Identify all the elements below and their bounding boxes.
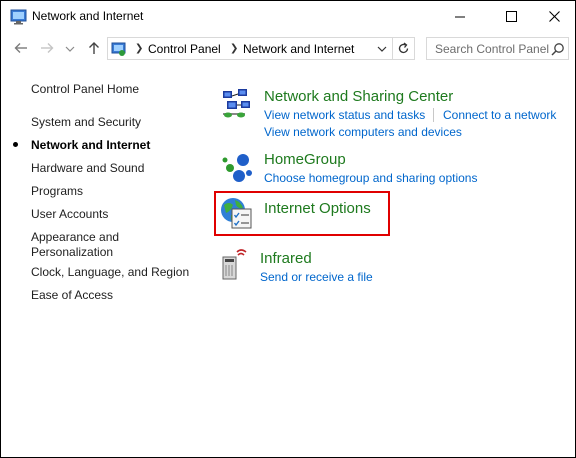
breadcrumb-separator-icon[interactable]: ❯	[135, 43, 143, 54]
refresh-icon	[398, 42, 409, 54]
minimize-icon	[454, 16, 465, 18]
nav-system-and-security[interactable]: System and Security	[31, 115, 141, 130]
link-separator	[433, 108, 434, 122]
infrared-icon[interactable]	[219, 247, 253, 281]
category-infrared[interactable]: Infrared	[260, 250, 312, 267]
search-box[interactable]: Search Control Panel	[426, 37, 569, 60]
minimize-button[interactable]	[437, 1, 483, 32]
search-icon[interactable]	[551, 42, 565, 56]
category-homegroup[interactable]: HomeGroup	[264, 151, 346, 168]
link-view-network-status[interactable]: View network status and tasks	[264, 108, 425, 122]
close-button[interactable]	[531, 1, 576, 32]
address-bar[interactable]: ❯ Control Panel ❯ Network and Internet	[107, 37, 393, 60]
close-icon	[548, 11, 560, 22]
nav-programs[interactable]: Programs	[31, 184, 83, 199]
internet-options-highlight-box	[214, 191, 390, 236]
breadcrumb-network-and-internet[interactable]: Network and Internet	[243, 42, 354, 56]
control-panel-icon	[111, 42, 126, 56]
breadcrumb-control-panel[interactable]: Control Panel	[148, 42, 221, 56]
network-sharing-icon[interactable]	[219, 88, 253, 122]
maximize-button[interactable]	[488, 1, 534, 32]
link-view-network-computers[interactable]: View network computers and devices	[264, 125, 462, 139]
title-bar[interactable]: Network and Internet	[1, 1, 575, 32]
category-network-and-sharing-center[interactable]: Network and Sharing Center	[264, 88, 453, 105]
breadcrumb-separator-icon[interactable]: ❯	[230, 43, 238, 54]
link-connect-to-network[interactable]: Connect to a network	[443, 108, 556, 122]
current-section-bullet	[13, 142, 18, 147]
window-title: Network and Internet	[32, 9, 144, 23]
address-dropdown-icon[interactable]	[376, 43, 388, 55]
control-panel-icon	[10, 9, 27, 25]
link-choose-homegroup[interactable]: Choose homegroup and sharing options	[264, 171, 477, 185]
link-send-or-receive-file[interactable]: Send or receive a file	[260, 270, 373, 284]
search-placeholder[interactable]: Search Control Panel	[435, 42, 549, 56]
address-row: ❯ Control Panel ❯ Network and Internet S…	[1, 32, 575, 64]
back-arrow-icon[interactable]	[13, 40, 29, 56]
nav-appearance-and-personalization-line2[interactable]: Personalization	[31, 245, 113, 260]
control-panel-window: Network and Internet ❯ Control Panel ❯ N…	[0, 0, 576, 458]
nav-hardware-and-sound[interactable]: Hardware and Sound	[31, 161, 144, 176]
homegroup-icon[interactable]	[221, 151, 255, 185]
maximize-icon	[505, 11, 517, 22]
nav-control-panel-home[interactable]: Control Panel Home	[31, 82, 139, 97]
nav-network-and-internet[interactable]: Network and Internet	[31, 138, 150, 153]
up-arrow-icon[interactable]	[86, 40, 102, 56]
nav-clock-language-region[interactable]: Clock, Language, and Region	[31, 265, 189, 280]
refresh-button[interactable]	[393, 37, 415, 60]
forward-arrow-icon[interactable]	[39, 40, 55, 56]
nav-appearance-and-personalization[interactable]: Appearance and	[31, 230, 119, 245]
recent-dropdown-icon[interactable]	[64, 40, 76, 56]
nav-user-accounts[interactable]: User Accounts	[31, 207, 108, 222]
nav-ease-of-access[interactable]: Ease of Access	[31, 288, 113, 303]
